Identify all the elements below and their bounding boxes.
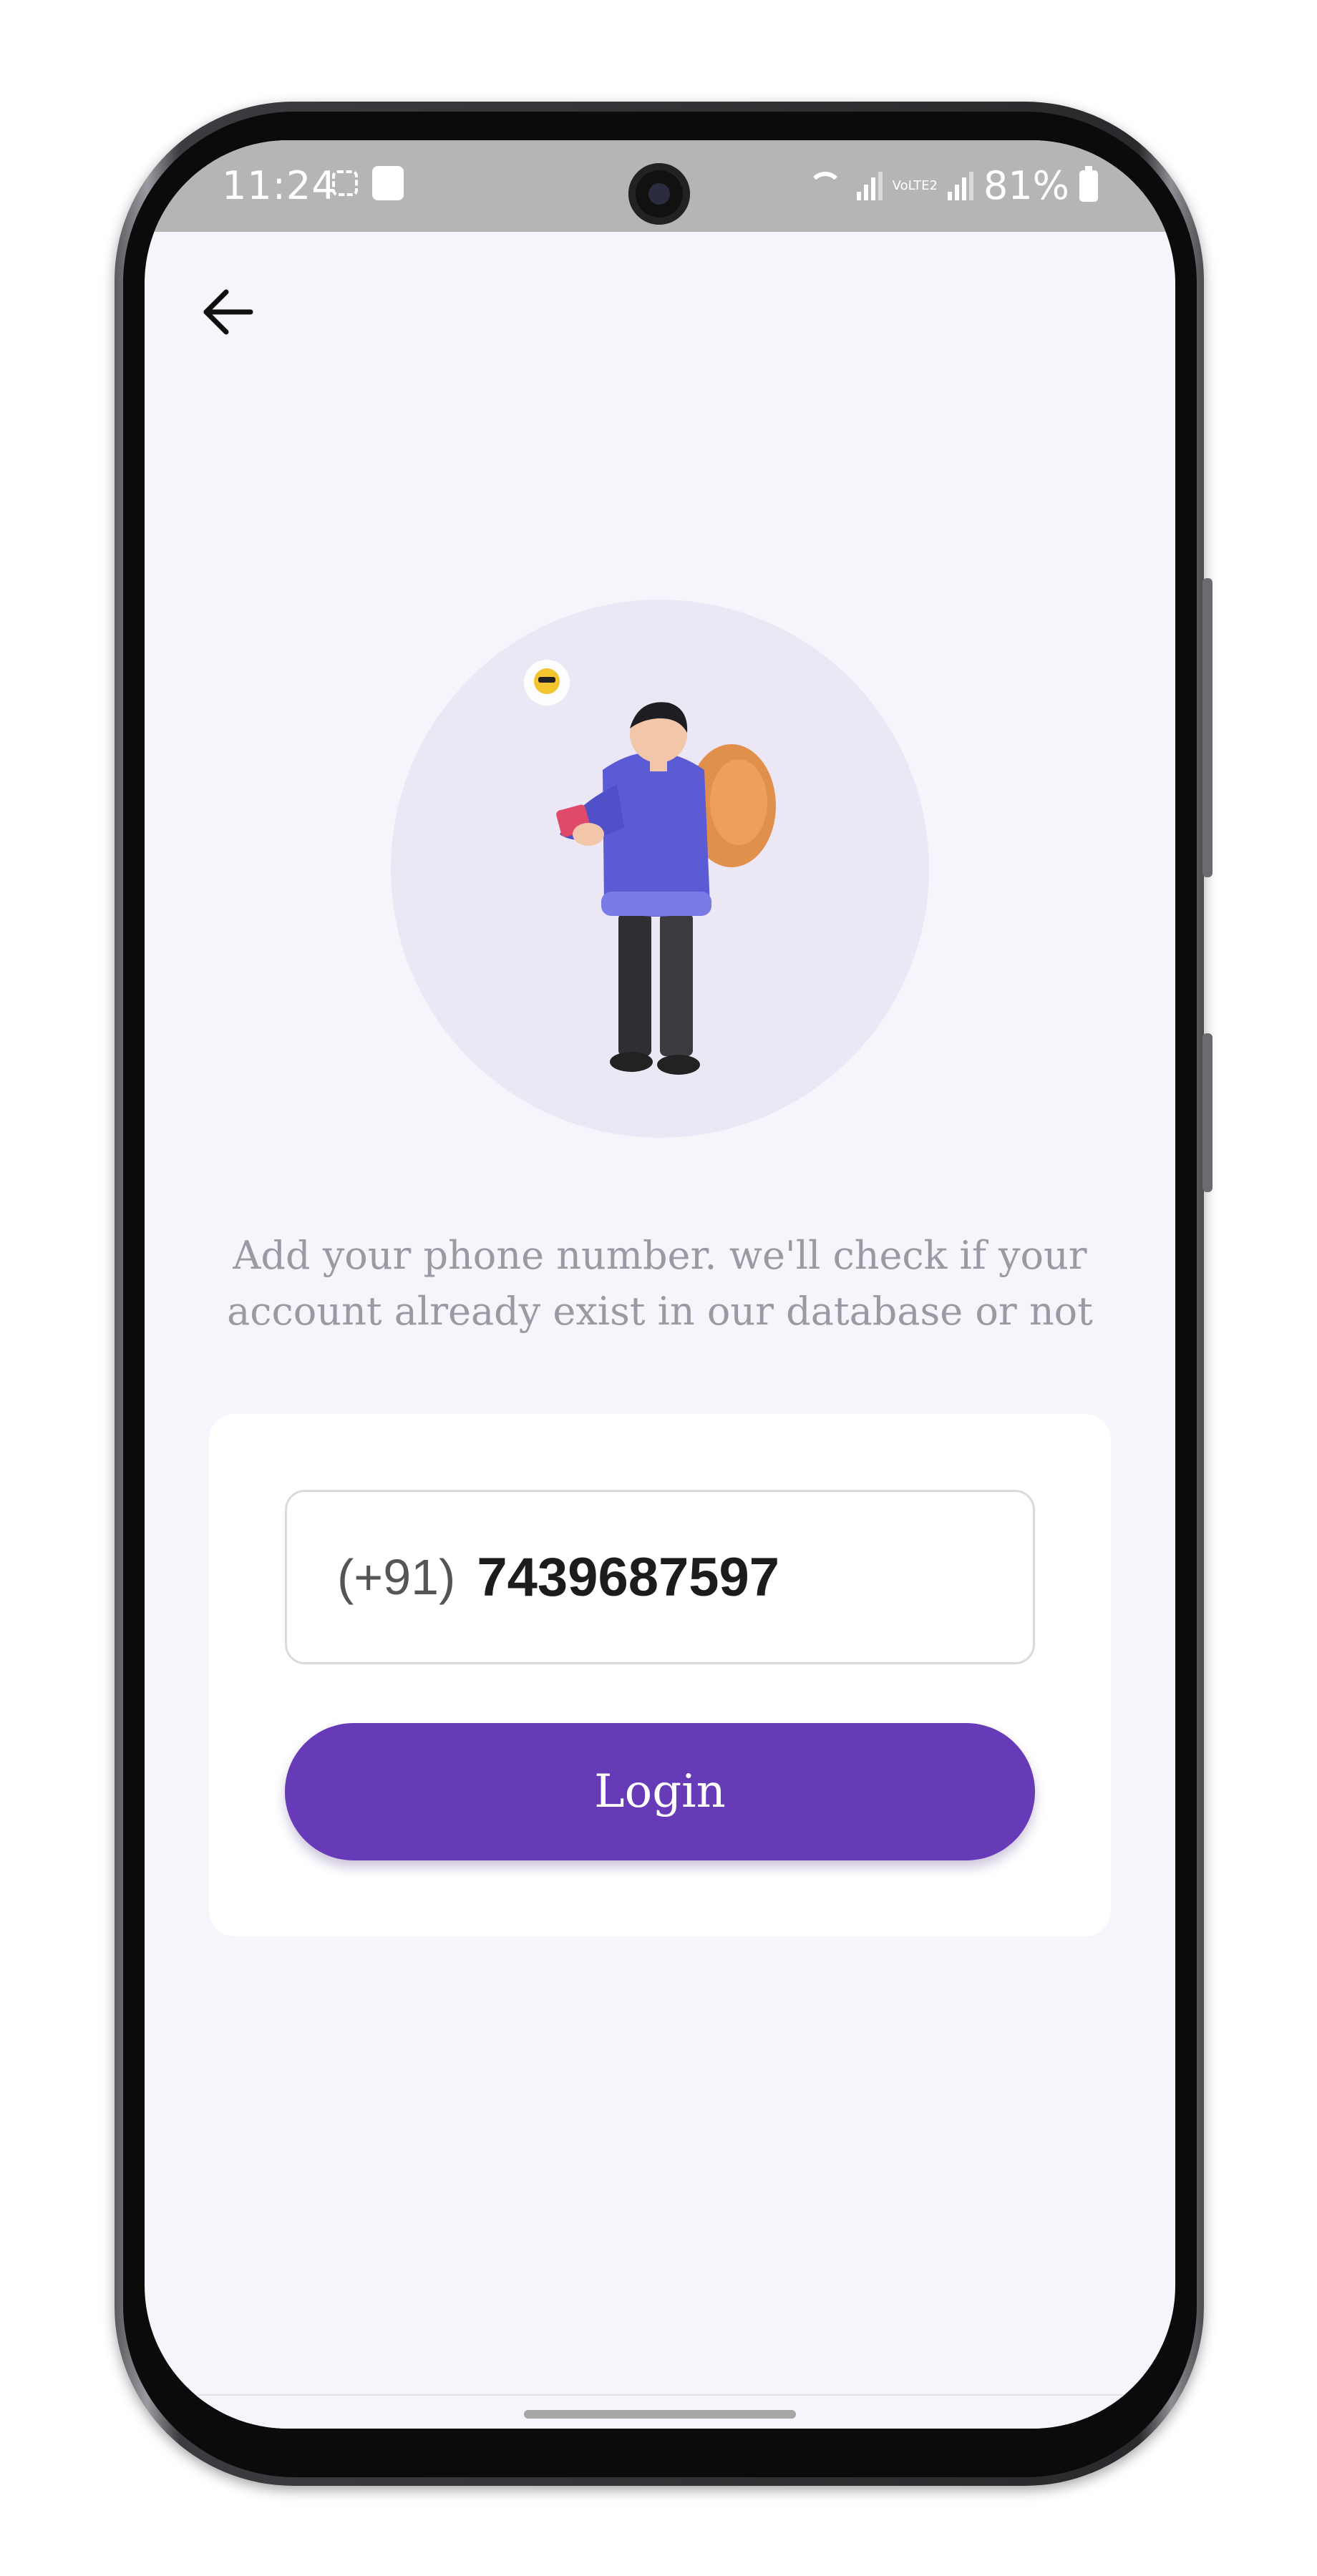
instruction-text: Add your phone number. we'll check if yo… <box>227 1233 1093 1334</box>
battery-icon <box>1079 165 1098 202</box>
signal-icon-2 <box>947 171 973 200</box>
battery-percentage: 81% <box>983 163 1069 208</box>
person-with-phone-illustration <box>524 660 776 1075</box>
volume-button <box>1202 578 1212 877</box>
home-indicator[interactable] <box>524 2410 796 2419</box>
signal-icon <box>856 171 883 200</box>
notification-icon <box>372 166 404 200</box>
volte-icon: VoLTE2 <box>892 177 938 193</box>
status-time: 11:24 <box>222 163 337 208</box>
wifi-icon <box>807 171 847 200</box>
arrow-left-icon <box>203 289 253 335</box>
front-camera <box>628 163 690 225</box>
phone-number-value[interactable]: 7439687597 <box>477 1546 779 1609</box>
back-button[interactable] <box>185 269 271 355</box>
phone-number-field[interactable]: (+91) 7439687597 <box>285 1490 1035 1664</box>
login-card: (+91) 7439687597 Login <box>209 1414 1111 1936</box>
screenshot-icon <box>332 170 358 196</box>
power-button <box>1202 1033 1212 1192</box>
app-screen: 11:24 VoLTE2 81% Add your phone number. … <box>145 140 1175 2429</box>
country-code[interactable]: (+91) <box>337 1548 455 1606</box>
status-icons: VoLTE2 81% <box>807 163 1098 208</box>
login-button[interactable]: Login <box>285 1723 1035 1860</box>
status-bar: 11:24 VoLTE2 81% <box>145 140 1175 232</box>
